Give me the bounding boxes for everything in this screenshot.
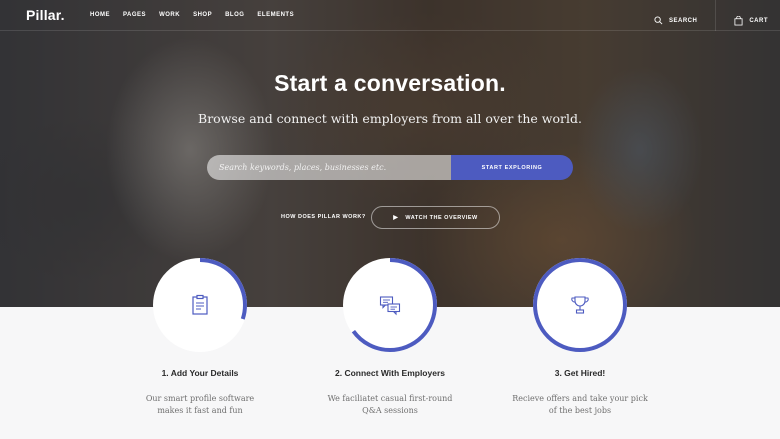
how-it-works-link[interactable]: HOW DOES PILLAR WORK? [281,214,366,220]
menu-item-pages[interactable]: PAGES [123,12,146,18]
shopping-bag-icon [734,15,743,25]
logo[interactable]: Pillar. [26,7,65,23]
step-description-line: of the best jobs [548,406,612,415]
watch-overview-button[interactable]: ▶ WATCH THE OVERVIEW [371,206,500,229]
top-navigation: Pillar. HOME PAGES WORK SHOP BLOG ELEMEN… [0,0,780,31]
search-button[interactable]: SEARCH [654,16,697,25]
nav-divider [715,0,717,31]
menu-item-shop[interactable]: SHOP [193,12,212,18]
hero-subtitle: Browse and connect with employers from a… [198,111,582,126]
start-exploring-button[interactable]: START EXPLORING [451,155,573,180]
step-description: Recieve offers and take your pick of the… [460,393,700,417]
step-title: 3. Get Hired! [554,368,606,378]
hero-section: Pillar. HOME PAGES WORK SHOP BLOG ELEMEN… [0,0,780,307]
hero-title: Start a conversation. [274,70,506,96]
search-label: SEARCH [668,17,698,24]
play-icon: ▶ [393,215,399,221]
main-menu: HOME PAGES WORK SHOP BLOG ELEMENTS [90,12,307,18]
menu-item-work[interactable]: WORK [159,12,180,18]
menu-item-home[interactable]: HOME [90,12,110,18]
step-description-line: Recieve offers and take your pick [512,394,648,403]
search-icon [654,16,663,25]
cart-label: CART [749,17,768,24]
watch-overview-label: WATCH THE OVERVIEW [405,214,478,221]
menu-item-elements[interactable]: ELEMENTS [257,12,294,18]
cart-button[interactable]: CART [734,15,768,26]
search-form: START EXPLORING [207,155,573,180]
search-input[interactable] [207,155,451,180]
menu-item-blog[interactable]: BLOG [225,12,244,18]
